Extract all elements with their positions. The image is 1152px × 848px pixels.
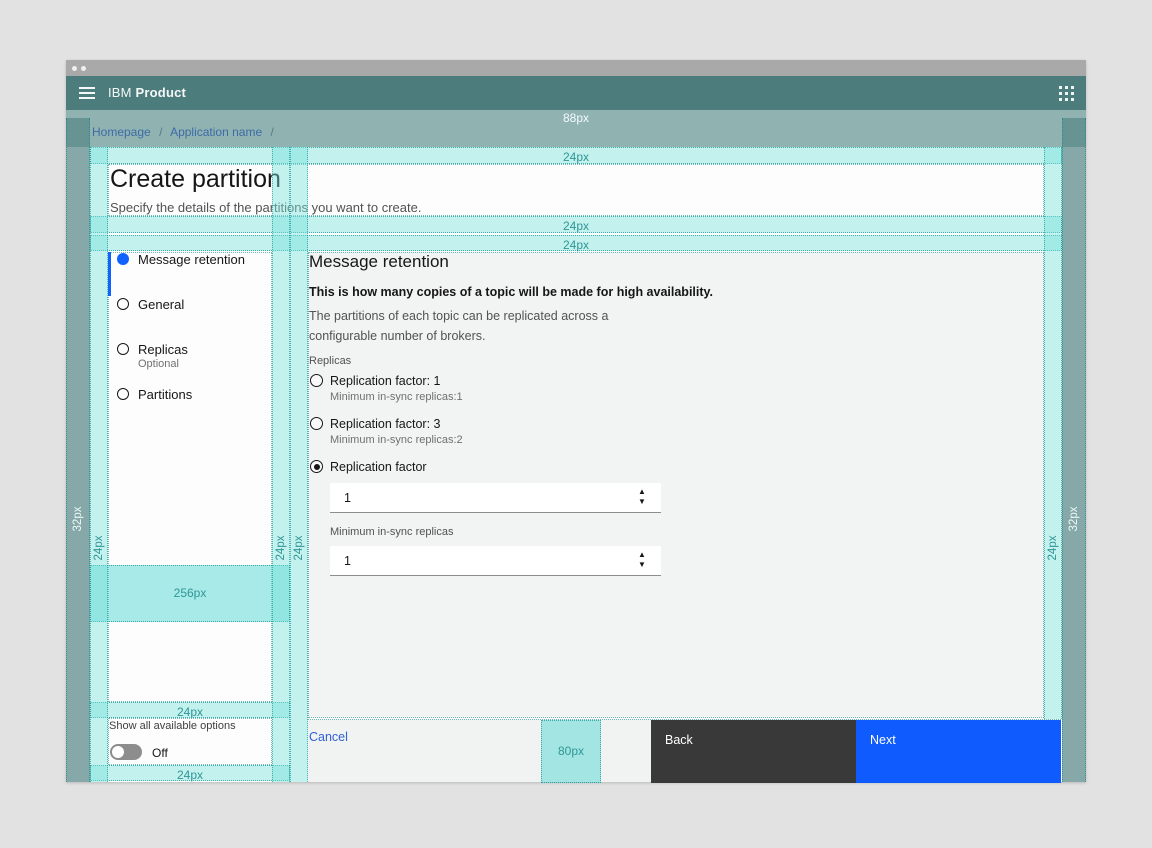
- canvas: IBM Product 88px Homepage / Application …: [0, 0, 1152, 848]
- annotation-sidebar-gap-bottom: 24px: [90, 765, 290, 781]
- page-title: Create partition: [110, 165, 281, 194]
- step-optional-label: Optional: [138, 358, 179, 370]
- annotation-label: 24px: [293, 536, 305, 561]
- annotation-label: 256px: [174, 586, 207, 600]
- radio-group-label: Replicas: [309, 355, 351, 367]
- radio-label[interactable]: Replication factor: [330, 460, 427, 474]
- wizard-footer: Cancel 80px Back Next: [308, 719, 1061, 782]
- number-stepper-icon[interactable]: ▲▼: [635, 487, 649, 507]
- annotation-label: 24px: [93, 536, 105, 561]
- min-insync-label: Minimum in-sync replicas: [330, 526, 453, 538]
- step-current-icon: [117, 253, 129, 265]
- step-label: General: [138, 297, 184, 312]
- min-insync-input[interactable]: 1 ▲▼: [330, 546, 661, 576]
- annotation-band-below-title: 24px: [90, 216, 1062, 233]
- breadcrumb-link-homepage[interactable]: Homepage: [92, 125, 151, 139]
- radio-replication-factor-1[interactable]: [310, 374, 323, 387]
- number-stepper-icon[interactable]: ▲▼: [635, 550, 649, 570]
- back-button[interactable]: Back: [651, 720, 856, 783]
- step-description: The partitions of each topic can be repl…: [309, 306, 659, 346]
- annotation-band-top: 24px: [90, 147, 1062, 164]
- breadcrumb: Homepage / Application name /: [92, 125, 279, 139]
- active-step-indicator: [108, 252, 111, 296]
- browser-window: IBM Product 88px Homepage / Application …: [66, 60, 1086, 782]
- breadcrumb-link-application[interactable]: Application name: [170, 125, 262, 139]
- app-switcher-icon[interactable]: [1059, 86, 1074, 101]
- annotation-label: 24px: [563, 150, 589, 165]
- radio-helper-text: Minimum in-sync replicas:2: [330, 434, 463, 446]
- show-options-toggle[interactable]: [110, 744, 142, 760]
- annotation-header-height: 88px: [66, 111, 1086, 125]
- cancel-button[interactable]: Cancel: [309, 730, 348, 744]
- annotation-footer-height: 80px: [541, 720, 601, 783]
- window-titlebar: [66, 60, 1086, 76]
- annotation-label: 24px: [1047, 536, 1059, 561]
- window-control-icon[interactable]: [81, 66, 86, 71]
- step-label: Replicas: [138, 342, 188, 357]
- back-button-label: Back: [665, 733, 693, 747]
- annotation-label: 32px: [72, 507, 84, 532]
- annotation-gutter-b: 24px: [290, 147, 308, 782]
- breadcrumb-separator: /: [270, 125, 273, 139]
- breadcrumb-separator: /: [159, 125, 162, 139]
- annotation-label: 24px: [563, 238, 589, 253]
- annotation-left-inner-margin: 24px: [90, 147, 108, 782]
- next-button[interactable]: Next: [856, 720, 1061, 783]
- app-header: IBM Product: [66, 76, 1086, 110]
- step-label: Message retention: [138, 252, 245, 267]
- step-heading: Message retention: [309, 252, 449, 272]
- annotation-sidebar-width: 256px: [90, 565, 290, 622]
- annotation-left-outer-margin: 32px: [66, 118, 90, 782]
- radio-helper-text: Minimum in-sync replicas:1: [330, 391, 463, 403]
- annotation-gutter-a: 24px: [272, 147, 290, 782]
- breadcrumb-band: 88px Homepage / Application name /: [66, 110, 1086, 147]
- step-incomplete-icon: [117, 388, 129, 400]
- brand-name: Product: [136, 85, 187, 100]
- progress-sidebar: [108, 252, 272, 702]
- next-button-label: Next: [870, 733, 896, 747]
- step-incomplete-icon: [117, 298, 129, 310]
- toggle-state-label: Off: [152, 746, 168, 760]
- hamburger-menu-icon[interactable]: [79, 87, 95, 99]
- brand-prefix: IBM: [108, 85, 132, 100]
- annotation-label: 24px: [177, 768, 203, 783]
- input-value: 1: [344, 554, 351, 568]
- annotation-right-outer-margin: 32px: [1062, 118, 1086, 782]
- step-label: Partitions: [138, 387, 192, 402]
- radio-label[interactable]: Replication factor: 1: [330, 374, 440, 388]
- radio-replication-factor-custom[interactable]: [310, 460, 323, 473]
- step-lead-text: This is how many copies of a topic will …: [309, 285, 713, 299]
- annotation-label: 24px: [563, 219, 589, 234]
- annotation-right-inner-margin: 24px: [1044, 147, 1062, 719]
- radio-replication-factor-3[interactable]: [310, 417, 323, 430]
- annotation-label: 32px: [1068, 507, 1080, 532]
- header-brand: IBM Product: [108, 85, 186, 100]
- annotation-label: 80px: [558, 744, 584, 758]
- input-value: 1: [344, 491, 351, 505]
- toggle-label: Show all available options: [109, 720, 236, 732]
- step-incomplete-icon: [117, 343, 129, 355]
- replication-factor-input[interactable]: 1 ▲▼: [330, 483, 661, 513]
- annotation-band-above-content: 24px: [90, 235, 1062, 251]
- toggle-knob-icon: [112, 746, 124, 758]
- window-control-icon[interactable]: [72, 66, 77, 71]
- annotation-label: 24px: [275, 536, 287, 561]
- annotation-sidebar-gap-top: 24px: [90, 702, 290, 718]
- radio-label[interactable]: Replication factor: 3: [330, 417, 440, 431]
- page-subtitle: Specify the details of the partitions yo…: [110, 200, 421, 215]
